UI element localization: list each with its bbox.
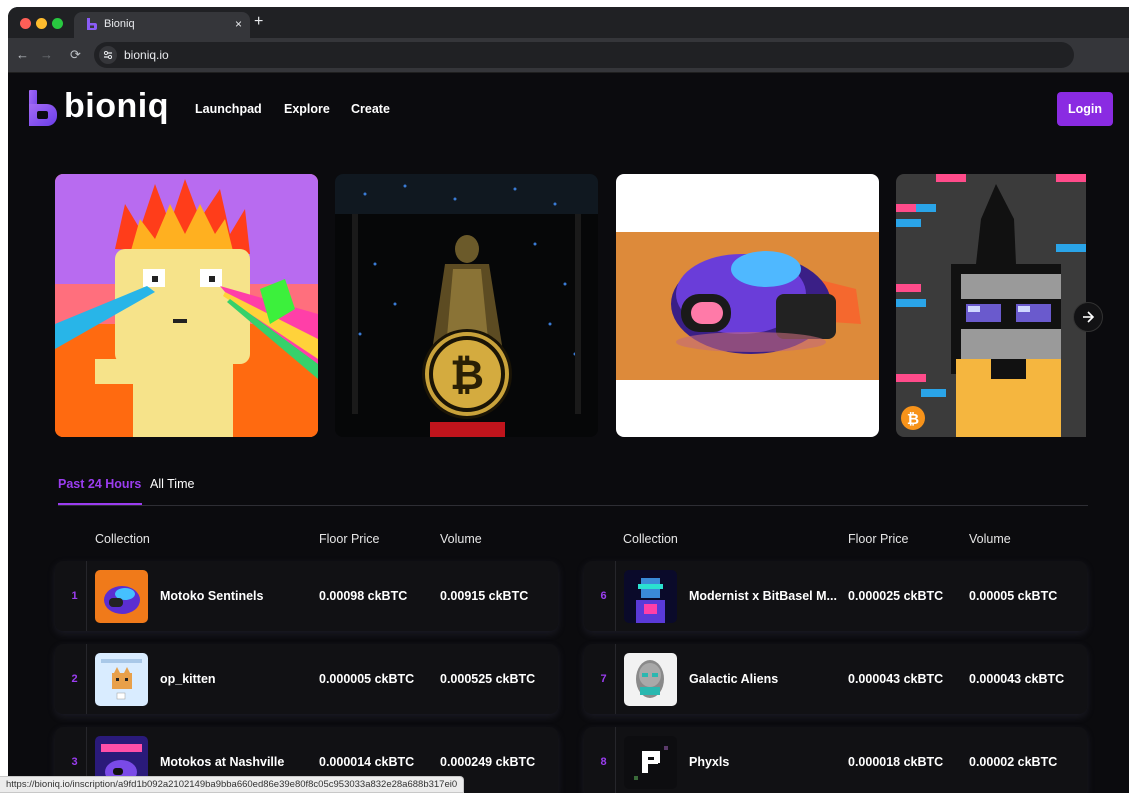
fire-pixel-creature-art xyxy=(55,174,318,437)
tab-strip: Bioniq × + xyxy=(8,7,1129,38)
page-content: bioniq Launchpad Explore Create Login ₿ … xyxy=(8,73,1129,793)
bioniq-favicon-icon xyxy=(87,18,97,30)
collection-thumbnail xyxy=(95,653,148,706)
table-row[interactable]: 8 Phyxls 0.000018 ckBTC 0.00002 ckBTC xyxy=(584,727,1087,793)
bioniq-logo-icon xyxy=(29,90,57,126)
collection-name: Phyxls xyxy=(689,755,730,769)
collection-name: Modernist x BitBasel M... xyxy=(689,589,837,603)
carousel-card[interactable]: ₿ xyxy=(335,174,598,437)
floor-price: 0.000043 ckBTC xyxy=(848,672,944,686)
volume: 0.000525 ckBTC xyxy=(440,672,536,686)
logo-text: bioniq xyxy=(64,87,169,125)
floor-price: 0.000018 ckBTC xyxy=(848,755,944,769)
table-row[interactable]: 7 Galactic Aliens 0.000043 ckBTC 0.00004… xyxy=(584,644,1087,714)
purple-sneaker-art xyxy=(616,174,879,437)
table-row[interactable]: 2 op_kitten 0.000005 ckBTC 0.000525 ckBT… xyxy=(55,644,558,714)
tab-title: Bioniq xyxy=(104,18,135,30)
nav-create[interactable]: Create xyxy=(351,102,390,116)
floor-price: 0.000014 ckBTC xyxy=(319,755,415,769)
column-header-volume: Volume xyxy=(440,532,482,546)
collection-thumbnail xyxy=(624,736,677,789)
reload-icon[interactable]: ⟳ xyxy=(70,47,81,63)
bitcoin-statue-art: ₿ xyxy=(335,174,598,437)
maximize-window-button[interactable] xyxy=(52,18,63,29)
table-row[interactable]: 6 Modernist x BitBasel M... 0.000025 ckB… xyxy=(584,561,1087,631)
volume: 0.000043 ckBTC xyxy=(969,672,1065,686)
site-settings-icon[interactable] xyxy=(99,46,117,64)
collection-name: Motokos at Nashville xyxy=(160,755,285,769)
tab-close-icon[interactable]: × xyxy=(235,17,242,31)
rank-number: 7 xyxy=(592,644,616,714)
collection-thumbnail xyxy=(624,653,677,706)
rank-number: 2 xyxy=(63,644,87,714)
pixel-punk-art: ₿ xyxy=(896,174,1086,437)
browser-window: Bioniq × + ← → ⟳ bioniq.io bioniq Launch… xyxy=(8,7,1129,793)
column-header-collection: Collection xyxy=(623,532,678,546)
collection-name: Motoko Sentinels xyxy=(160,589,264,603)
svg-text:₿: ₿ xyxy=(907,410,919,428)
carousel-card[interactable] xyxy=(616,174,879,437)
tab-past-24-hours[interactable]: Past 24 Hours xyxy=(58,477,141,491)
floor-price: 0.000005 ckBTC xyxy=(319,672,415,686)
svg-text:₿: ₿ xyxy=(450,350,484,399)
back-arrow-icon[interactable]: ← xyxy=(16,47,29,63)
url-text: bioniq.io xyxy=(124,48,169,62)
status-bar-link: https://bioniq.io/inscription/a9fd1b092a… xyxy=(0,776,465,793)
carousel-next-button[interactable] xyxy=(1073,302,1103,332)
tabs-divider xyxy=(58,505,1088,506)
column-header-volume: Volume xyxy=(969,532,1011,546)
column-header-collection: Collection xyxy=(95,532,150,546)
minimize-window-button[interactable] xyxy=(36,18,47,29)
volume: 0.00002 ckBTC xyxy=(969,755,1058,769)
forward-arrow-icon[interactable]: → xyxy=(40,47,53,63)
arrow-right-icon xyxy=(1083,311,1095,323)
browser-tab[interactable]: Bioniq × xyxy=(74,12,250,38)
collection-name: op_kitten xyxy=(160,672,216,686)
floor-price: 0.00098 ckBTC xyxy=(319,589,408,603)
carousel-card[interactable]: ₿ xyxy=(896,174,1086,437)
browser-toolbar: ← → ⟳ bioniq.io xyxy=(8,38,1129,73)
column-header-floor-price: Floor Price xyxy=(848,532,909,546)
volume: 0.00915 ckBTC xyxy=(440,589,529,603)
volume: 0.000249 ckBTC xyxy=(440,755,536,769)
volume: 0.00005 ckBTC xyxy=(969,589,1058,603)
nav-launchpad[interactable]: Launchpad xyxy=(195,102,262,116)
collection-thumbnail xyxy=(624,570,677,623)
close-window-button[interactable] xyxy=(20,18,31,29)
rank-number: 6 xyxy=(592,561,616,631)
tab-all-time[interactable]: All Time xyxy=(150,477,194,491)
rank-number: 1 xyxy=(63,561,87,631)
login-button[interactable]: Login xyxy=(1057,92,1113,126)
collection-name: Galactic Aliens xyxy=(689,672,779,686)
nav-explore[interactable]: Explore xyxy=(284,102,330,116)
collection-thumbnail xyxy=(95,570,148,623)
floor-price: 0.000025 ckBTC xyxy=(848,589,944,603)
new-tab-button[interactable]: + xyxy=(254,14,263,30)
carousel-card[interactable] xyxy=(55,174,318,437)
address-bar[interactable]: bioniq.io xyxy=(94,42,1074,68)
column-header-floor-price: Floor Price xyxy=(319,532,380,546)
rank-number: 8 xyxy=(592,727,616,793)
table-row[interactable]: 1 Motoko Sentinels 0.00098 ckBTC 0.00915… xyxy=(55,561,558,631)
